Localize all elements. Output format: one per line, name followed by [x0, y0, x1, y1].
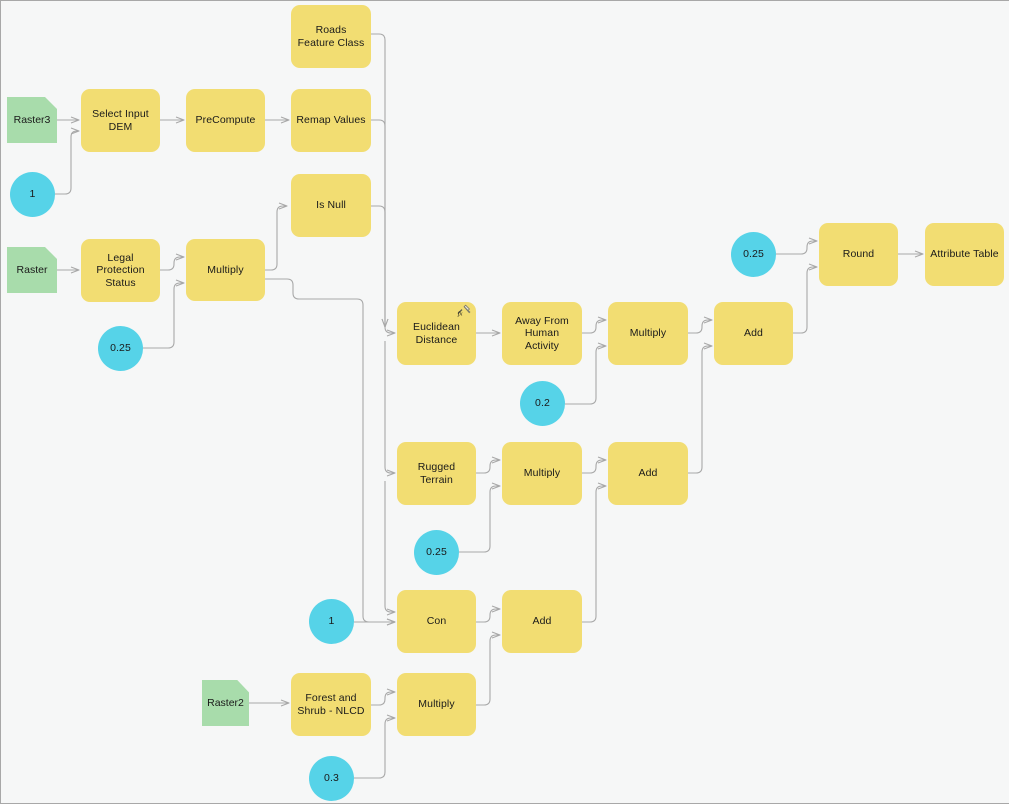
- edge-con-addcon: [476, 609, 500, 623]
- tool-node-label: Legal Protection Status: [96, 251, 145, 289]
- value-node-label: 0.25: [743, 248, 764, 261]
- value-node-rugged-weight[interactable]: 0.25: [414, 530, 459, 575]
- tool-node-precompute[interactable]: PreCompute: [186, 89, 265, 152]
- tool-node-label: Add: [532, 615, 552, 628]
- data-node-label: Raster3: [13, 114, 51, 126]
- data-node-raster2[interactable]: Raster2: [202, 680, 249, 726]
- tool-node-label: Add: [638, 467, 658, 480]
- tool-node-label: Multiply: [629, 327, 667, 340]
- tool-node-label: Roads Feature Class: [297, 24, 365, 49]
- tool-node-label: Forest and Shrub - NLCD: [297, 692, 365, 717]
- tool-node-label: Multiply: [207, 263, 244, 276]
- edge-val025round-round: [776, 241, 817, 255]
- tool-node-label: Con: [426, 615, 447, 628]
- edge-remap-euclidean: [371, 119, 385, 327]
- tool-node-attribute-table[interactable]: Attribute Table: [925, 223, 1004, 286]
- tool-node-label: Round: [842, 248, 875, 261]
- value-node-one-con[interactable]: 1: [309, 599, 354, 644]
- tool-node-label: Away From Human Activity: [515, 314, 569, 352]
- fx-icon: fx: [454, 303, 472, 321]
- edge-one-select-dem: [55, 131, 79, 195]
- tool-node-multiply-forest[interactable]: Multiply: [397, 673, 476, 736]
- tool-node-con[interactable]: Con: [397, 590, 476, 653]
- data-node-label: Raster: [16, 264, 48, 276]
- tool-node-add-top[interactable]: Add: [714, 302, 793, 365]
- tool-node-euclidean-distance[interactable]: fx Euclidean Distance: [397, 302, 476, 365]
- value-node-label: 0.25: [426, 546, 447, 559]
- edge-legal-multlegal: [160, 257, 184, 271]
- tool-node-round[interactable]: Round: [819, 223, 898, 286]
- tool-node-label: Multiply: [523, 467, 561, 480]
- value-node-forest-weight[interactable]: 0.3: [309, 756, 354, 801]
- tool-node-select-input-dem[interactable]: Select Input DEM: [81, 89, 160, 152]
- tool-node-label: Add: [744, 327, 763, 340]
- value-node-label: 0.3: [324, 772, 339, 785]
- tool-node-label: Is Null: [316, 199, 346, 212]
- edge-addcon-addr2: [582, 486, 606, 623]
- tool-node-add-con-row[interactable]: Add: [502, 590, 582, 653]
- data-node-raster[interactable]: Raster: [7, 247, 57, 293]
- value-node-away-weight[interactable]: 0.2: [520, 381, 565, 426]
- value-node-one-top[interactable]: 1: [10, 172, 55, 217]
- tool-node-label: Euclidean Distance: [412, 321, 461, 346]
- value-node-label: 0.25: [110, 342, 131, 355]
- tool-node-label: Multiply: [418, 698, 455, 711]
- tool-node-multiply-row2[interactable]: Multiply: [502, 442, 582, 505]
- edge-roads-euclidean: [371, 33, 395, 333]
- tool-node-label: PreCompute: [195, 114, 256, 127]
- edge-multr1-addtop: [688, 320, 712, 334]
- tool-node-remap-values[interactable]: Remap Values: [291, 89, 371, 152]
- value-node-label: 1: [328, 615, 335, 628]
- model-diagram-canvas[interactable]: Raster3 1 Select Input DEM PreCompute Ro…: [0, 0, 1009, 804]
- edge-addr2-addtop: [688, 346, 712, 474]
- tool-node-multiply-legal[interactable]: Multiply: [186, 239, 265, 301]
- edge-forest-multforest: [371, 692, 395, 706]
- edge-away-multr1: [582, 320, 606, 334]
- tool-node-label: Rugged Terrain: [417, 461, 456, 486]
- tool-node-label: Remap Values: [296, 114, 366, 127]
- edge-isnull-euclidean: [371, 205, 385, 327]
- edge-trunk-con: [384, 481, 395, 612]
- edge-multforest-addcon: [476, 635, 500, 706]
- tool-node-label: Select Input DEM: [92, 108, 149, 133]
- value-node-label: 1: [29, 188, 36, 201]
- edge-multlegal-con: [265, 278, 395, 622]
- tool-node-is-null[interactable]: Is Null: [291, 174, 371, 237]
- edge-multr2-addr2: [582, 460, 606, 474]
- tool-node-rugged-terrain[interactable]: Rugged Terrain: [397, 442, 476, 505]
- value-node-label: 0.2: [535, 397, 550, 410]
- tool-node-legal-protection-status[interactable]: Legal Protection Status: [81, 239, 160, 302]
- tool-node-label: Attribute Table: [930, 248, 999, 261]
- svg-text:fx: fx: [458, 310, 463, 317]
- value-node-legal-weight[interactable]: 0.25: [98, 326, 143, 371]
- edge-rugged-multr2: [476, 460, 500, 474]
- tool-node-away-from-human-activity[interactable]: Away From Human Activity: [502, 302, 582, 365]
- tool-node-multiply-row1[interactable]: Multiply: [608, 302, 688, 365]
- data-node-label: Raster2: [207, 697, 244, 709]
- data-node-raster3[interactable]: Raster3: [7, 97, 57, 143]
- tool-node-forest-and-shrub-nlcd[interactable]: Forest and Shrub - NLCD: [291, 673, 371, 736]
- edge-trunk-rugged: [384, 341, 395, 473]
- tool-node-add-row2[interactable]: Add: [608, 442, 688, 505]
- tool-node-roads-feature-class[interactable]: Roads Feature Class: [291, 5, 371, 68]
- edge-addtop-round: [793, 267, 817, 334]
- edge-multlegal-isnull: [265, 206, 287, 271]
- value-node-round-weight[interactable]: 0.25: [731, 232, 776, 277]
